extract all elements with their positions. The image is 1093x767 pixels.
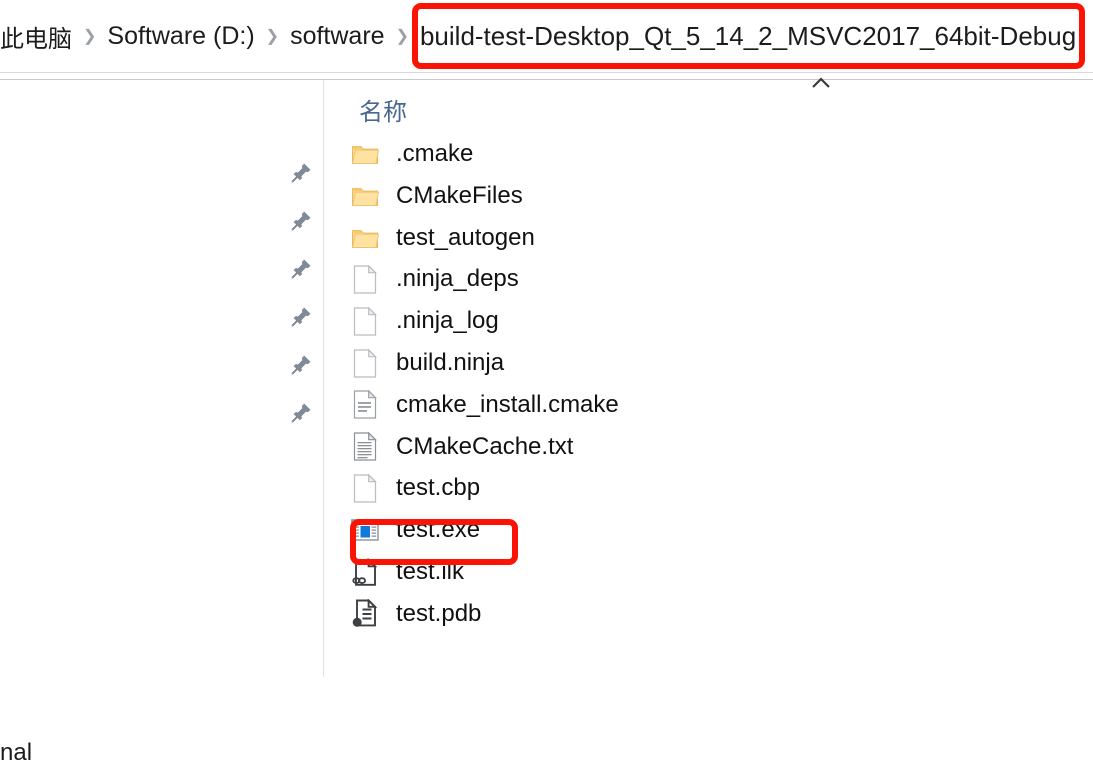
file-list-item[interactable]: build.ninja bbox=[350, 342, 504, 384]
nav-item-clipped-label: nal bbox=[0, 739, 33, 766]
database-file-icon bbox=[350, 599, 380, 629]
file-list-item[interactable]: test.ilk bbox=[350, 551, 464, 593]
breadcrumb-item-2[interactable]: software bbox=[290, 22, 384, 51]
file-list-item[interactable]: CMakeFiles bbox=[350, 175, 523, 217]
file-list-item-label: .cmake bbox=[396, 140, 474, 167]
file-list-item[interactable]: .cmake bbox=[350, 133, 473, 175]
file-list-item[interactable]: test_autogen bbox=[350, 217, 535, 259]
application-exe-icon bbox=[350, 515, 380, 545]
blank-file-icon bbox=[350, 264, 380, 294]
file-list-item[interactable]: CMakeCache.txt bbox=[350, 426, 573, 468]
file-list-item-label: CMakeFiles bbox=[396, 181, 523, 209]
file-list-item-label: test.exe bbox=[396, 516, 481, 544]
file-list-item-label: test.pdb bbox=[396, 599, 482, 627]
column-header-row: 名称 bbox=[324, 80, 1093, 133]
divider-top bbox=[0, 72, 1093, 73]
pushpin-icon[interactable] bbox=[288, 256, 318, 286]
column-header-name[interactable]: 名称 bbox=[359, 92, 407, 127]
breadcrumb-separator-icon[interactable]: ❯ bbox=[83, 29, 96, 45]
file-list-item[interactable]: test.pdb bbox=[350, 593, 481, 635]
file-list-item-label: test_autogen bbox=[396, 223, 535, 251]
text-file-icon bbox=[350, 390, 380, 420]
file-list-item-label: test.ilk bbox=[396, 558, 465, 585]
blank-file-icon bbox=[350, 473, 380, 503]
file-list: .cmake CMakeFiles test_autogen .ninja_deps.… bbox=[324, 133, 1093, 677]
blank-file-icon bbox=[350, 348, 380, 378]
pushpin-icon[interactable] bbox=[288, 304, 318, 334]
breadcrumb[interactable]: 此电脑 ❯ Software (D:) ❯ software ❯ build-test-De… bbox=[0, 0, 1093, 72]
pushpin-icon[interactable] bbox=[288, 160, 318, 190]
file-list-item-label: .ninja_log bbox=[396, 307, 499, 335]
file-list-item[interactable]: test.cbp bbox=[350, 467, 480, 509]
file-list-item[interactable]: test.exe bbox=[350, 509, 480, 551]
file-list-item[interactable]: cmake_install.cmake bbox=[350, 384, 619, 426]
file-list-item-label: CMakeCache.txt bbox=[396, 432, 574, 460]
folder-icon bbox=[350, 139, 380, 169]
file-list-item-label: .ninja_deps bbox=[396, 265, 519, 293]
file-list-item-label: build.ninja bbox=[396, 349, 505, 376]
breadcrumb-item-current[interactable]: build-test-Desktop_Qt_5_14_2_MSVC2017_64… bbox=[420, 21, 1076, 52]
blank-file-icon bbox=[350, 306, 380, 336]
breadcrumb-item-0[interactable]: 此电脑 bbox=[0, 19, 72, 54]
link-file-icon bbox=[350, 557, 380, 587]
folder-icon bbox=[350, 181, 380, 211]
pushpin-icon[interactable] bbox=[288, 400, 318, 430]
breadcrumb-separator-icon[interactable]: ❯ bbox=[396, 29, 409, 45]
lined-text-file-icon bbox=[350, 432, 380, 462]
navigation-pane: nal bbox=[0, 80, 323, 766]
pushpin-icon[interactable] bbox=[288, 352, 318, 382]
file-list-item-label: test.cbp bbox=[396, 474, 481, 502]
file-list-item[interactable]: .ninja_deps bbox=[350, 258, 519, 300]
breadcrumb-separator-icon[interactable]: ❯ bbox=[266, 29, 279, 45]
breadcrumb-item-1[interactable]: Software (D:) bbox=[107, 22, 254, 51]
file-list-item[interactable]: .ninja_log bbox=[350, 300, 499, 342]
pushpin-icon[interactable] bbox=[288, 208, 318, 238]
file-list-item-label: cmake_install.cmake bbox=[396, 390, 619, 418]
folder-icon bbox=[350, 223, 380, 253]
